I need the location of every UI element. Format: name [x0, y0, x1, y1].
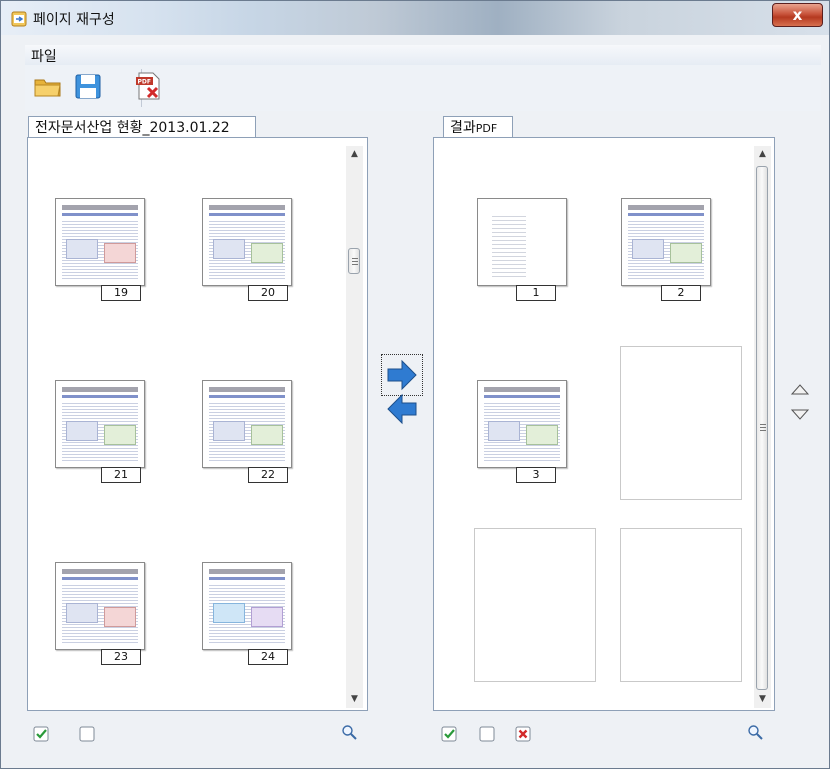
- result-page-thumbnail-2[interactable]: [621, 198, 711, 286]
- page-number-label: 24: [248, 649, 288, 665]
- select-all-checkbox-icon[interactable]: [33, 726, 49, 742]
- page-number-label: 22: [248, 467, 288, 483]
- move-down-triangle-icon[interactable]: [790, 408, 810, 422]
- empty-page-slot[interactable]: [620, 528, 742, 682]
- tab-result[interactable]: 결과PDF: [443, 116, 513, 138]
- window-title: 페이지 재구성: [33, 12, 115, 28]
- page-thumbnail-20[interactable]: [202, 198, 292, 286]
- folder-open-icon[interactable]: [33, 71, 63, 101]
- page-thumbnail-22[interactable]: [202, 380, 292, 468]
- empty-page-slot[interactable]: [620, 346, 742, 500]
- page-number-label: 21: [101, 467, 141, 483]
- tab-result-label: 결과: [450, 120, 476, 136]
- menu-file[interactable]: 파일: [31, 46, 57, 66]
- title-bar: 페이지 재구성 x: [1, 1, 829, 35]
- deselect-checkbox-icon[interactable]: [79, 726, 95, 742]
- result-page-thumbnail-1[interactable]: [477, 198, 567, 286]
- deselect-checkbox-icon[interactable]: [479, 726, 495, 742]
- source-scrollbar[interactable]: ▲ ▼: [346, 146, 363, 708]
- page-number-label: 23: [101, 649, 141, 665]
- tab-source-label: 전자문서산업 현황_2013.01.22: [35, 120, 230, 136]
- app-window: 페이지 재구성 x 파일 PDF 전자문서산업 현황_2013.01.22 19…: [0, 0, 830, 769]
- toolbar: PDF: [25, 65, 821, 111]
- page-number-label: 20: [248, 285, 288, 301]
- zoom-icon[interactable]: [341, 724, 357, 740]
- tab-source[interactable]: 전자문서산업 현황_2013.01.22: [28, 116, 256, 138]
- scroll-down-arrow[interactable]: ▼: [346, 691, 363, 708]
- empty-page-slot[interactable]: [474, 528, 596, 682]
- scroll-down-arrow[interactable]: ▼: [754, 691, 771, 708]
- result-page-thumbnail-3[interactable]: [477, 380, 567, 468]
- app-icon: [11, 11, 27, 27]
- move-up-triangle-icon[interactable]: [790, 382, 810, 396]
- page-thumbnail-19[interactable]: [55, 198, 145, 286]
- pdf-delete-icon[interactable]: PDF: [133, 71, 163, 101]
- scroll-up-arrow[interactable]: ▲: [754, 146, 771, 163]
- page-number-label: 3: [516, 467, 556, 483]
- page-thumbnail-21[interactable]: [55, 380, 145, 468]
- result-pages-panel: 1 2 3 ▲ ▼: [433, 137, 775, 711]
- menu-bar: 파일: [25, 45, 821, 66]
- close-button[interactable]: x: [772, 3, 823, 27]
- scroll-thumb[interactable]: [348, 248, 360, 274]
- scroll-thumb[interactable]: [756, 166, 768, 690]
- page-number-label: 1: [516, 285, 556, 301]
- floppy-save-icon[interactable]: [73, 71, 103, 101]
- select-all-checkbox-icon[interactable]: [441, 726, 457, 742]
- delete-page-icon[interactable]: [515, 726, 531, 742]
- move-left-arrow-icon[interactable]: [382, 389, 422, 429]
- page-number-label: 19: [101, 285, 141, 301]
- page-number-label: 2: [661, 285, 701, 301]
- page-thumbnail-24[interactable]: [202, 562, 292, 650]
- tab-result-suffix: PDF: [475, 122, 498, 135]
- page-thumbnail-23[interactable]: [55, 562, 145, 650]
- svg-text:PDF: PDF: [138, 79, 151, 86]
- zoom-icon[interactable]: [747, 724, 763, 740]
- source-pages-panel: 19 20 21 22 23 24 ▲ ▼: [27, 137, 368, 711]
- scroll-up-arrow[interactable]: ▲: [346, 146, 363, 163]
- result-scrollbar[interactable]: ▲ ▼: [754, 146, 771, 708]
